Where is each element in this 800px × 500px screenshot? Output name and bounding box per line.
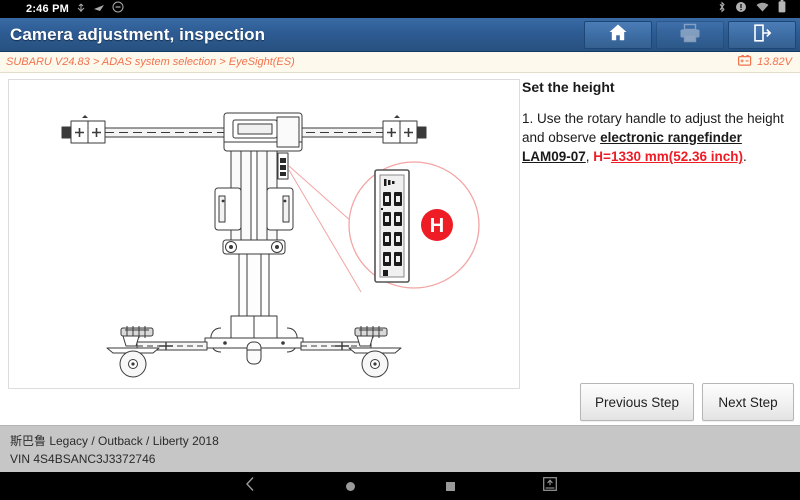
exit-button[interactable] bbox=[728, 21, 796, 49]
instruction-panel: Set the height 1. Use the rotary handle … bbox=[518, 75, 796, 166]
circle-icon bbox=[345, 481, 355, 491]
instruction-heading: Set the height bbox=[522, 79, 615, 95]
illustration-panel: H bbox=[8, 79, 520, 389]
do-not-disturb-icon bbox=[112, 0, 124, 18]
vehicle-vin: VIN 4S4BSANC3J3372746 bbox=[10, 452, 156, 466]
home-button[interactable] bbox=[584, 21, 652, 49]
status-left-group: 2:46 PM bbox=[6, 0, 124, 18]
screenshot-icon bbox=[543, 476, 557, 496]
vpn-key-icon bbox=[93, 0, 105, 18]
titlebar-actions bbox=[584, 21, 796, 49]
bluetooth-icon bbox=[718, 0, 726, 18]
android-status-bar: 2:46 PM bbox=[0, 0, 800, 18]
voltage-indicator: 13.82V bbox=[738, 53, 792, 71]
alert-circle-icon bbox=[735, 0, 747, 18]
battery-voltage-icon bbox=[738, 53, 752, 71]
height-label: H= bbox=[593, 149, 611, 165]
home-icon bbox=[608, 23, 628, 47]
previous-step-button[interactable]: Previous Step bbox=[579, 383, 694, 421]
instruction-text: 1. Use the rotary handle to adjust the h… bbox=[522, 109, 790, 166]
text-period: . bbox=[743, 149, 747, 165]
nav-screenshot-button[interactable] bbox=[530, 472, 570, 500]
status-clock: 2:46 PM bbox=[26, 3, 69, 15]
vehicle-info-bar: 斯巴鲁 Legacy / Outback / Liberty 2018 VIN … bbox=[0, 425, 800, 472]
height-value: 1330 mm(52.36 inch) bbox=[610, 149, 744, 165]
next-step-button[interactable]: Next Step bbox=[702, 383, 794, 421]
magnifier-circle bbox=[348, 161, 480, 289]
nav-back-button[interactable] bbox=[230, 472, 270, 500]
square-icon bbox=[445, 481, 455, 491]
printer-icon bbox=[679, 23, 701, 48]
voltage-value: 13.82V bbox=[757, 56, 792, 68]
app-title-bar: Camera adjustment, inspection bbox=[0, 18, 800, 52]
step-navigation: Previous Step Next Step bbox=[579, 383, 794, 421]
print-button[interactable] bbox=[656, 21, 724, 49]
exit-icon bbox=[752, 23, 772, 48]
android-nav-bar bbox=[0, 472, 800, 500]
nav-recents-button[interactable] bbox=[430, 472, 470, 500]
battery-icon bbox=[778, 0, 786, 18]
status-right-group bbox=[718, 0, 794, 18]
tablet-screen: 2:46 PM Camera adjustment, inspection SU… bbox=[0, 0, 800, 500]
vehicle-model: 斯巴鲁 Legacy / Outback / Liberty 2018 bbox=[10, 434, 219, 448]
breadcrumb[interactable]: SUBARU V24.83 > ADAS system selection > … bbox=[6, 56, 295, 68]
calibration-frame-diagram: H bbox=[61, 112, 480, 378]
chevron-left-icon bbox=[245, 476, 256, 497]
step-number: 1. bbox=[522, 111, 538, 126]
page-title: Camera adjustment, inspection bbox=[10, 24, 266, 44]
usb-icon bbox=[76, 0, 86, 18]
height-badge: H bbox=[421, 209, 453, 241]
nav-home-button[interactable] bbox=[330, 472, 370, 500]
svg-text:H: H bbox=[430, 215, 444, 237]
wifi-icon bbox=[756, 0, 769, 18]
breadcrumb-bar: SUBARU V24.83 > ADAS system selection > … bbox=[0, 52, 800, 73]
rangefinder-display bbox=[374, 169, 410, 283]
main-content: H Set the height 1. Use the rotary handl… bbox=[0, 73, 800, 425]
